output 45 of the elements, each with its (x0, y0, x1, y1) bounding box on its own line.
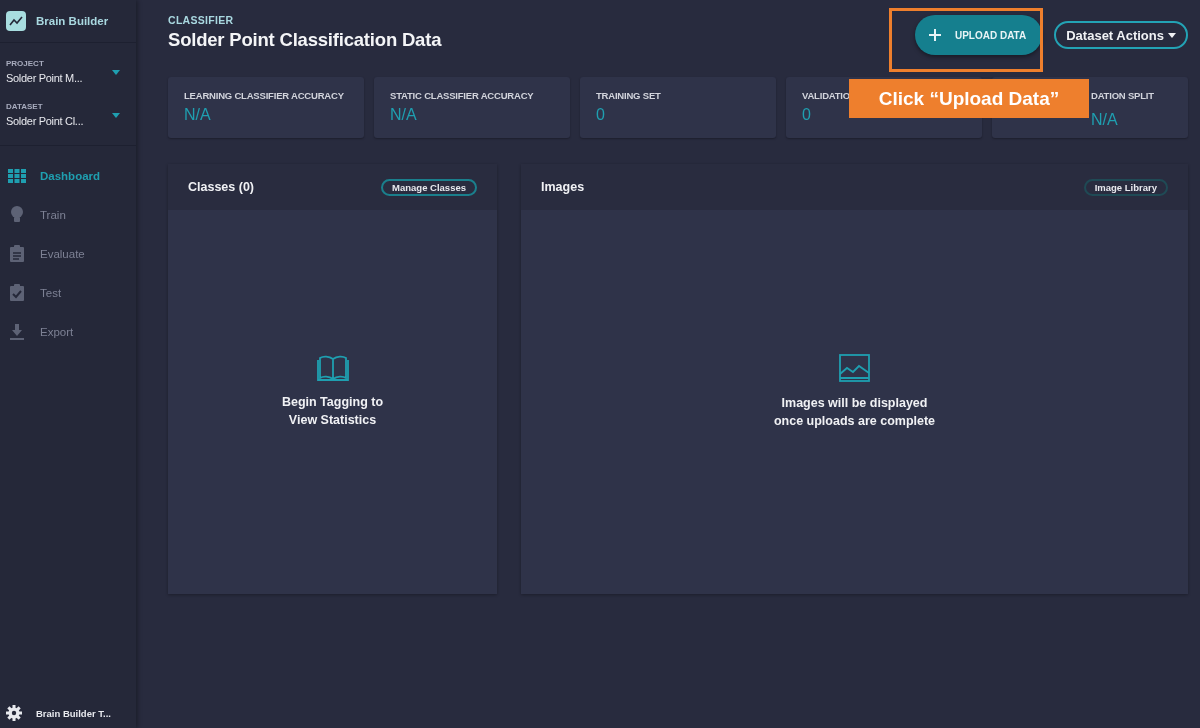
page-title: Solder Point Classification Data (168, 29, 442, 51)
lightbulb-icon (10, 206, 24, 223)
plus-icon (928, 29, 941, 41)
stat-value: 0 (596, 106, 605, 124)
stat-value: N/A (184, 106, 211, 124)
download-icon (10, 323, 24, 340)
stat-value: N/A (390, 106, 417, 124)
stat-label: LEARNING CLASSIFIER ACCURACY (184, 90, 344, 101)
selector-label: PROJECT (6, 59, 45, 68)
app-name: Brain Builder (36, 15, 109, 27)
panel-link-button[interactable]: Manage Classes (381, 178, 477, 196)
user-name[interactable]: Brain Builder T... (36, 707, 111, 719)
callout-label: Click “Upload Data” (849, 79, 1089, 118)
nav-item[interactable]: Export (0, 312, 136, 351)
nav-item[interactable]: Dashboard (0, 156, 136, 195)
clipboard-check-icon (10, 284, 24, 301)
empty-state-message: Images will be displayed once uploads are complete (772, 395, 937, 430)
panel-title: Classes (0) (188, 180, 254, 194)
settings-icon[interactable] (6, 705, 22, 721)
panel-link-button[interactable]: Image Library (1083, 178, 1168, 196)
selector-value[interactable]: Solder Point Cl... (6, 115, 84, 127)
caret-icon (1168, 32, 1176, 38)
panel-title: Images (541, 180, 585, 194)
stat-label: TRAINING SET (596, 90, 661, 101)
nav-item[interactable]: Test (0, 273, 136, 312)
stat-value: N/A (1091, 111, 1118, 129)
stat-value: 0 (802, 106, 811, 124)
caret-icon[interactable] (112, 113, 120, 118)
book-icon (316, 355, 349, 381)
dataset-actions-button[interactable]: Dataset Actions (1054, 21, 1188, 49)
selector-label: DATASET (6, 102, 44, 111)
page-eyebrow: CLASSIFIER (168, 14, 235, 26)
app-logo-icon (6, 11, 26, 31)
caret-icon[interactable] (112, 70, 120, 75)
empty-state-message: Begin Tagging to View Statistics (280, 394, 385, 429)
grid-icon (8, 168, 26, 183)
nav-item[interactable]: Train (0, 195, 136, 234)
stat-label: DATION SPLIT (1091, 90, 1154, 101)
clipboard-icon (10, 245, 24, 262)
nav-item[interactable]: Evaluate (0, 234, 136, 273)
stat-label: STATIC CLASSIFIER ACCURACY (390, 90, 534, 101)
stat-label: VALIDATIO (802, 90, 850, 101)
image-icon (839, 354, 870, 382)
selector-value[interactable]: Solder Point M... (6, 72, 83, 84)
upload-data-button[interactable]: UPLOAD DATA (914, 15, 1043, 55)
